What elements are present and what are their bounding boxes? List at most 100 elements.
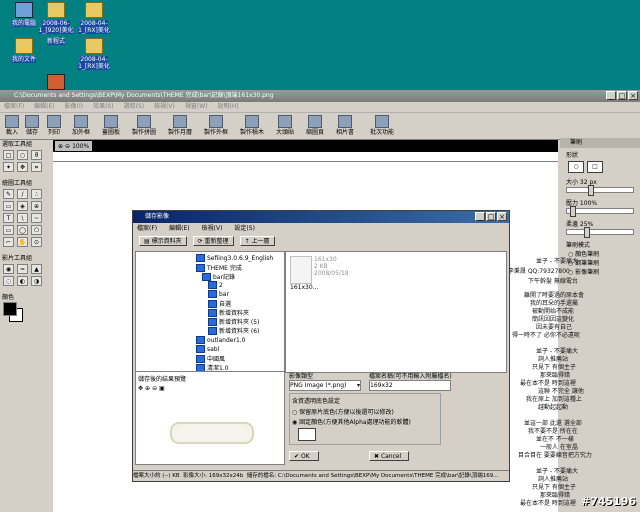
toolbar-load-button[interactable]: 載入 — [2, 113, 22, 136]
filename-input[interactable]: 169x32 — [369, 380, 451, 391]
fit-icon[interactable]: ▣ — [159, 385, 165, 392]
tree-item[interactable]: THEME 完成 — [196, 263, 242, 272]
dialog-maximize-button[interactable]: □ — [486, 212, 496, 221]
file-thumbnail[interactable] — [290, 256, 312, 284]
round-brush-icon[interactable]: ○ — [568, 161, 584, 173]
curve-icon[interactable]: ~ — [31, 213, 42, 223]
smudge-icon[interactable]: ≈ — [17, 264, 28, 274]
toolbar-calendar-button[interactable]: 製作月曆 — [162, 113, 198, 136]
toolbar-blocks-button[interactable]: 製作積木 — [234, 113, 270, 136]
airbrush-icon[interactable]: ∴ — [31, 189, 42, 199]
minimize-button[interactable]: _ — [606, 91, 616, 100]
toolbar-save-button[interactable]: 儲存 — [22, 113, 42, 136]
tree-item[interactable]: Sefiing3.0.6.9_English — [196, 254, 273, 262]
menu-effect[interactable]: 效果(S) — [93, 102, 114, 112]
cancel-button[interactable]: ✖ Cancel — [369, 451, 409, 461]
dialog-menu-file[interactable]: 檔案(F) — [137, 223, 157, 234]
brush-pressure-slider[interactable] — [566, 206, 634, 217]
fixed-color-option[interactable]: ◉ 固定顏色(方便其他Alpha處理功能的軟體) — [292, 417, 438, 426]
brush-size-slider[interactable] — [566, 185, 634, 196]
ellipse-select-icon[interactable]: ○ — [17, 150, 28, 160]
tree-item[interactable]: 新增資料夾 (5) — [208, 317, 259, 326]
dialog-menu-edit[interactable]: 編輯(E) — [169, 223, 189, 234]
zoom-out-icon[interactable]: ⊖ — [152, 385, 157, 392]
toolbar-puzzle-button[interactable]: 製作拼圖 — [126, 113, 162, 136]
foreground-color-swatch[interactable] — [3, 302, 17, 316]
ok-button[interactable]: ✔ OK — [289, 451, 319, 461]
dodge-icon[interactable]: ◐ — [17, 276, 28, 286]
menu-image[interactable]: 影像(I) — [65, 102, 83, 112]
tree-item[interactable]: bar — [208, 290, 229, 298]
toolbar-print-button[interactable]: 列印 — [42, 113, 66, 136]
show-folders-button[interactable]: ▤ 標示資料夾 — [139, 235, 187, 246]
up-one-level-button[interactable]: ↑ 上一層 — [239, 235, 275, 246]
transparent-color-swatch[interactable] — [298, 428, 316, 441]
magic-wand-icon[interactable]: ✦ — [3, 162, 14, 172]
brush-softness-slider[interactable] — [566, 227, 634, 238]
text-icon[interactable]: T — [3, 213, 14, 223]
tree-item[interactable]: 新增資料夾 (6) — [208, 326, 259, 335]
toolbar-stamp-button[interactable]: 蓋圖板 — [96, 113, 126, 136]
tree-item[interactable]: bar記錄 — [202, 272, 235, 281]
menu-file[interactable]: 檔案(F) — [4, 102, 24, 112]
zoom-out-icon[interactable]: ⊖ — [65, 143, 70, 150]
tree-item[interactable]: 新增資料夾 — [208, 308, 249, 317]
pan-icon[interactable]: ✥ — [138, 385, 143, 392]
slider-thumb[interactable] — [570, 206, 577, 217]
desktop-icon-folder-2[interactable]: 2008-04-1_[RX]美化 — [72, 2, 116, 34]
brush-icon[interactable]: / — [17, 189, 28, 199]
dialog-close-button[interactable]: × — [497, 212, 507, 221]
rect-select-icon[interactable]: □ — [3, 150, 14, 160]
toolbar-thumbnail-button[interactable]: 縮圖頁 — [300, 113, 330, 136]
brush-mode-option[interactable]: ○ 影像筆刷 — [560, 267, 640, 276]
slider-thumb[interactable] — [588, 185, 595, 196]
toolbar-photobook-button[interactable]: 相片書 — [330, 113, 360, 136]
tree-item[interactable]: 自選 — [208, 299, 231, 308]
close-button[interactable]: × — [628, 91, 638, 100]
dialog-menu-settings[interactable]: 設定(S) — [234, 223, 255, 234]
red-eye-icon[interactable]: ◉ — [3, 264, 14, 274]
desktop-icon-folder-3[interactable]: 2008-04-1_[RX]美化 — [72, 38, 116, 70]
toolbar-frame-button[interactable]: 加外框 — [66, 113, 96, 136]
line-icon[interactable]: \ — [17, 213, 28, 223]
lasso-icon[interactable]: ϑ — [31, 150, 42, 160]
zoom-icon[interactable]: ⊙ — [31, 237, 42, 247]
zoom-in-icon[interactable]: ⊕ — [145, 385, 150, 392]
tree-item[interactable]: 2 — [208, 281, 223, 289]
polygon-icon[interactable]: ⬠ — [31, 225, 42, 235]
refresh-button[interactable]: ⟳ 重新整理 — [192, 235, 234, 246]
file-list[interactable]: 161x30 2 KB 2008/05/19 161x30... — [285, 251, 507, 373]
menu-edit[interactable]: 編輯(E) — [34, 102, 54, 112]
dialog-minimize-button[interactable]: _ — [475, 212, 485, 221]
tree-item[interactable]: 中國風 — [196, 354, 225, 363]
image-type-select[interactable]: PNG Image (*.png) ▾ — [289, 380, 361, 391]
ellipse-icon[interactable]: ◯ — [17, 225, 28, 235]
blur-icon[interactable]: ◌ — [3, 276, 14, 286]
rectangle-icon[interactable]: ▭ — [3, 225, 14, 235]
folder-tree[interactable]: Sefiing3.0.6.9_English THEME 完成 bar記錄 2 … — [135, 251, 285, 373]
toolbar-photo-sticker-button[interactable]: 大頭貼 — [270, 113, 300, 136]
zoom-in-icon[interactable]: ⊕ — [58, 143, 63, 150]
burn-icon[interactable]: ◑ — [31, 276, 42, 286]
fill-icon[interactable]: ◈ — [17, 201, 28, 211]
sharpen-icon[interactable]: ▲ — [31, 264, 42, 274]
slider-thumb[interactable] — [583, 227, 590, 238]
tree-item[interactable]: sabl — [196, 345, 219, 353]
toolbar-batch-button[interactable]: 批次功能 — [360, 113, 404, 136]
menu-help[interactable]: 說明(H) — [218, 102, 239, 112]
pencil-icon[interactable]: ✎ — [3, 189, 14, 199]
move-icon[interactable]: ✥ — [17, 162, 28, 172]
crop-icon[interactable]: ⌗ — [31, 162, 42, 172]
preserve-bg-option[interactable]: ○ 保留原片底色(方便以後還可以修改) — [292, 407, 438, 416]
tree-item[interactable]: outlander1.0 — [196, 336, 245, 344]
dropper-icon[interactable]: ⌐ — [3, 237, 14, 247]
menu-select[interactable]: 選取(S) — [124, 102, 145, 112]
square-brush-icon[interactable]: □ — [587, 161, 603, 173]
clone-icon[interactable]: ⊕ — [31, 201, 42, 211]
eraser-icon[interactable]: ▭ — [3, 201, 14, 211]
hand-icon[interactable]: ✋ — [17, 237, 28, 247]
toolbar-outer-frame-button[interactable]: 製作外框 — [198, 113, 234, 136]
menu-window[interactable]: 視窗(W) — [185, 102, 208, 112]
dialog-menu-view[interactable]: 檢視(V) — [202, 223, 223, 234]
menu-view[interactable]: 檢視(V) — [154, 102, 175, 112]
